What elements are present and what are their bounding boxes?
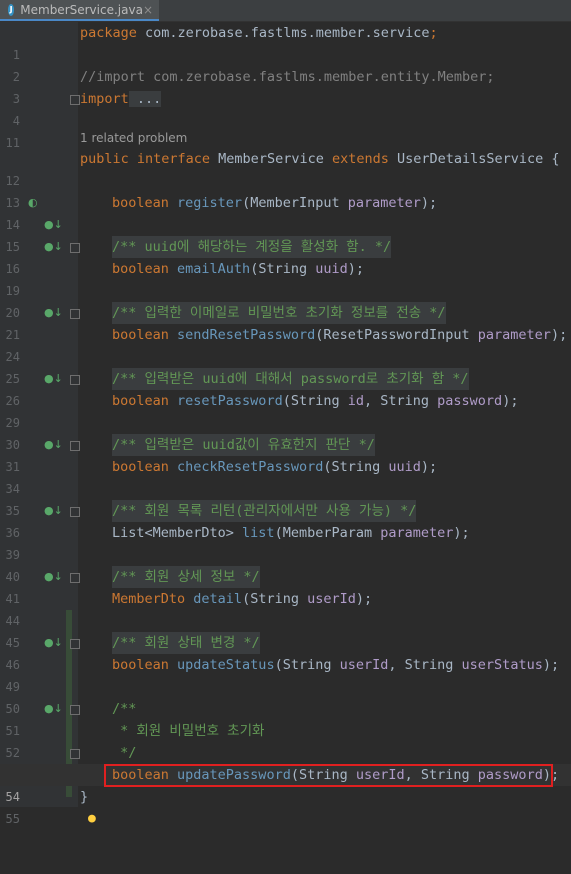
- code-line: 45: [5, 636, 20, 650]
- code-line: 21 /** 입력한 이메일로 비밀번호 초기화 정보를 전송 */: [0, 302, 571, 342]
- code-line: 24 ●↓ boolean sendResetPassword(ResetPas…: [0, 324, 571, 385]
- fold-icon[interactable]: [70, 705, 80, 715]
- code-line: 11: [5, 136, 20, 150]
- fold-icon[interactable]: [70, 95, 80, 105]
- tab-label: MemberService.java: [20, 2, 143, 17]
- code-line: 36 /** 회원 목록 리턴(관리자에서만 사용 가능) */: [0, 500, 571, 540]
- code-line: 29 ●↓ boolean resetPassword(String id, S…: [0, 390, 571, 451]
- highlight-annotation: [104, 764, 553, 787]
- code-line: 12 ◐ ●↓ public interface MemberService e…: [0, 148, 571, 231]
- fold-icon[interactable]: [70, 749, 80, 759]
- code-line: 3 //import com.zerobase.fastlms.member.e…: [12, 69, 495, 106]
- fold-icon[interactable]: [70, 243, 80, 253]
- fold-icon[interactable]: [70, 639, 80, 649]
- code-line: 19 ●↓ boolean emailAuth(String uuid);: [0, 258, 571, 319]
- editor-tab-bar: J MemberService.java ×: [0, 0, 571, 22]
- code-line: 41 /** 회원 상세 정보 */: [0, 566, 571, 606]
- code-line: 1 package com.zerobase.fastlms.member.se…: [12, 25, 438, 62]
- code-line: 39 ●↓ List<MemberDto> list(MemberParam p…: [0, 522, 571, 583]
- code-line: 51 /**: [5, 701, 137, 738]
- close-icon[interactable]: ×: [143, 3, 153, 17]
- code-line: 13: [5, 196, 20, 210]
- code-line: 49 ●↓ boolean updateStatus(String userId…: [0, 654, 571, 715]
- fold-icon[interactable]: [70, 507, 80, 517]
- code-line: 34 ●↓ boolean checkResetPassword(String …: [0, 456, 571, 517]
- code-line: 55 }: [5, 789, 89, 826]
- code-line: 53 */: [0, 742, 571, 782]
- code-line: 50: [5, 702, 20, 716]
- code-line: 40: [5, 570, 20, 584]
- related-problem-hint[interactable]: 1 related problem: [80, 131, 187, 145]
- code-line: 44 ●↓ MemberDto detail(String userId);: [0, 588, 571, 649]
- code-line: 25: [5, 372, 20, 386]
- code-line: 2: [12, 70, 20, 84]
- code-line: 30: [5, 438, 20, 452]
- fold-icon[interactable]: [70, 309, 80, 319]
- interface-file-icon: J: [8, 3, 15, 16]
- code-line: 52 * 회원 비밀번호 초기화: [5, 723, 265, 760]
- code-line: 46 /** 회원 상태 변경 */: [0, 632, 571, 672]
- tab-memberservice-java[interactable]: J MemberService.java ×: [0, 0, 159, 21]
- code-line: 16 /** uuid에 해당하는 계정을 활성화 함. */: [0, 236, 571, 276]
- code-line: 31 /** 입력받은 uuid값이 유효한지 판단 */: [0, 434, 571, 474]
- fold-icon[interactable]: [70, 573, 80, 583]
- code-line: 14 ●↓ boolean register(MemberInput param…: [0, 192, 571, 253]
- code-line: 26 /** 입력받은 uuid에 대해서 password로 초기화 함 */: [0, 368, 571, 408]
- code-line: 20: [5, 306, 20, 320]
- fold-icon[interactable]: [70, 441, 80, 451]
- code-line: 35: [5, 504, 20, 518]
- code-editor[interactable]: 1 package com.zerobase.fastlms.member.se…: [0, 22, 571, 826]
- code-line: 15: [5, 240, 20, 254]
- fold-icon[interactable]: [70, 375, 80, 385]
- lightbulb-icon[interactable]: ●: [88, 808, 96, 830]
- code-line: 4 import ...: [12, 91, 162, 128]
